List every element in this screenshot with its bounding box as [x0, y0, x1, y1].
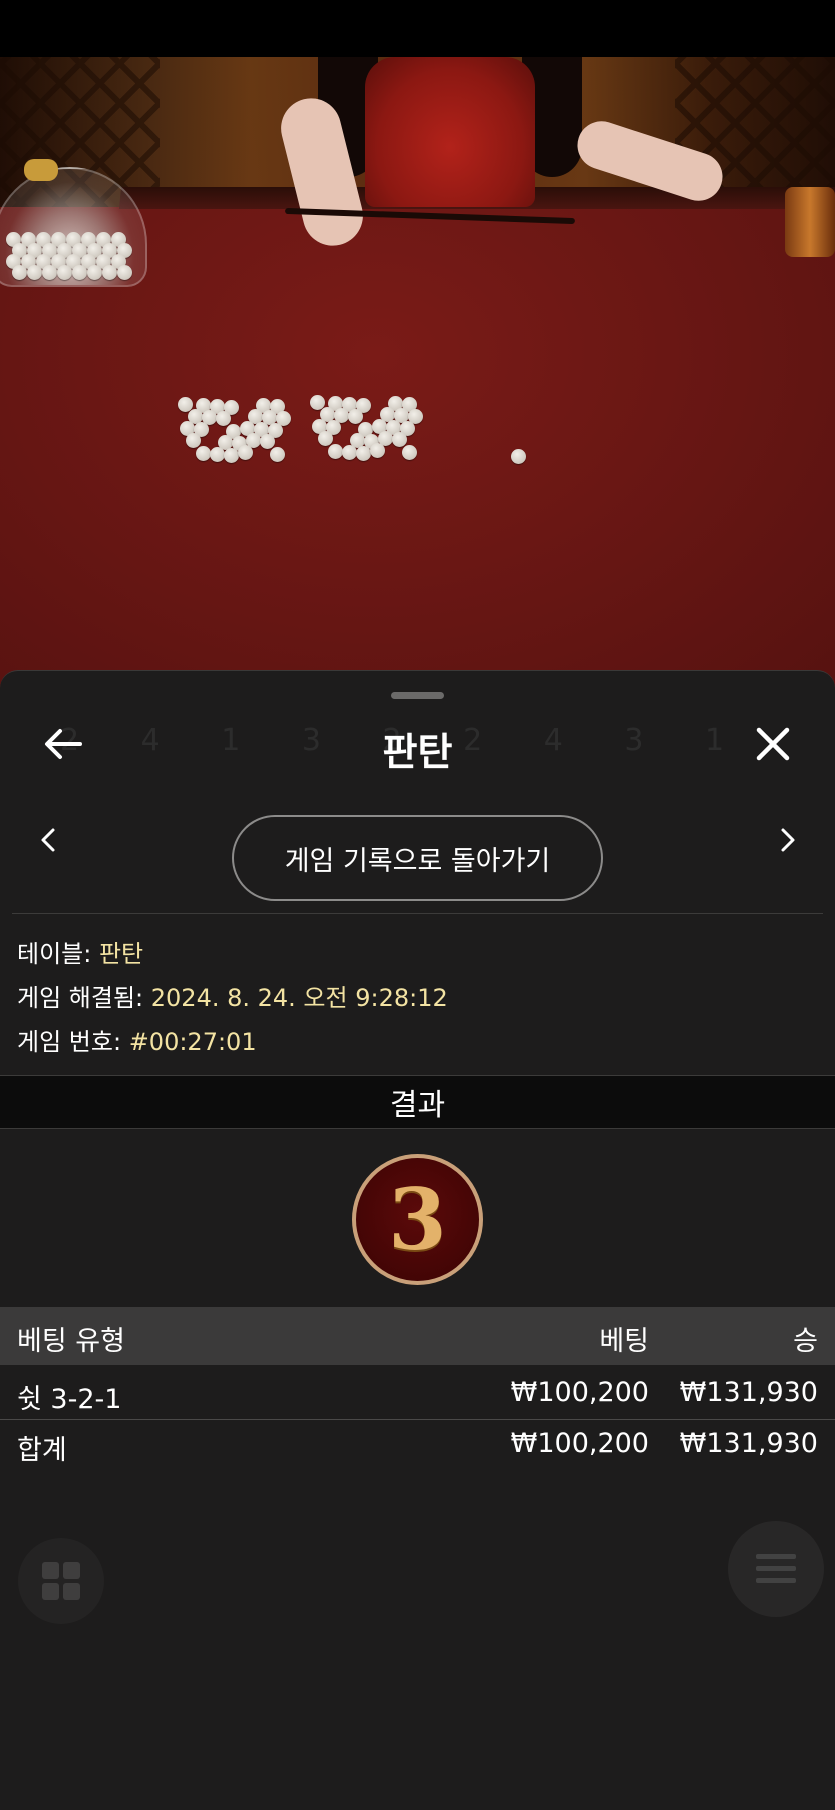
resolved-info: 게임 해결됨: 2024. 8. 24. 오전 9:28:12	[17, 978, 448, 1013]
chevron-left-icon	[41, 828, 55, 852]
page-title: 판탄	[382, 730, 453, 774]
back-to-history-button[interactable]: 게임 기록으로 돌아가기	[232, 815, 603, 901]
bead	[318, 431, 333, 446]
bead	[186, 433, 201, 448]
chevron-right-icon	[781, 828, 795, 852]
brass-cup	[785, 187, 835, 257]
close-button[interactable]	[748, 719, 798, 769]
table-value: 판탄	[98, 940, 144, 968]
live-video	[0, 57, 835, 697]
bead	[12, 265, 27, 280]
table-info: 테이블: 판탄	[17, 934, 143, 969]
column-header-win: 승	[793, 1326, 818, 1357]
result-number: 3	[388, 1169, 447, 1269]
bead	[270, 447, 285, 462]
result-badge: 3	[352, 1154, 483, 1285]
column-header-bet: 베팅	[599, 1326, 649, 1357]
resolved-value: 2024. 8. 24. 오전 9:28:12	[150, 984, 448, 1012]
bead	[57, 265, 72, 280]
sheet-drag-handle[interactable]	[391, 692, 444, 699]
column-header-bet-type: 베팅 유형	[17, 1326, 125, 1357]
bead	[216, 411, 231, 426]
bet-row-type: 쉿 3-2-1	[17, 1384, 122, 1415]
resolved-label: 게임 해결됨:	[17, 984, 144, 1012]
game-number-info: 게임 번호: #00:27:01	[17, 1022, 257, 1057]
game-detail-sheet: 2 4 1 3 2 2 4 3 1 2 2 1 2 판탄 게임 기록으로 돌아가…	[0, 670, 835, 1810]
close-icon	[756, 727, 790, 761]
bead	[42, 265, 57, 280]
total-row-bet: ₩100,200	[510, 1428, 649, 1459]
bead	[511, 449, 526, 464]
game-number-value: #00:27:01	[128, 1028, 257, 1056]
menu-icon	[728, 1521, 824, 1617]
bead	[348, 409, 363, 424]
bead	[27, 265, 42, 280]
bead	[238, 445, 253, 460]
bead	[356, 446, 371, 461]
previous-game-button[interactable]	[28, 815, 68, 865]
bead	[196, 446, 211, 461]
status-bar	[0, 0, 835, 57]
total-row-win: ₩131,930	[679, 1428, 818, 1459]
bead	[392, 432, 407, 447]
bet-row-win: ₩131,930	[679, 1377, 818, 1408]
result-heading: 결과	[0, 1075, 835, 1129]
bets-table-header	[0, 1307, 835, 1365]
bead	[224, 448, 239, 463]
next-game-button[interactable]	[768, 815, 808, 865]
bead	[210, 447, 225, 462]
dome-knob	[24, 159, 58, 181]
bead	[87, 265, 102, 280]
total-row-label: 합계	[17, 1435, 67, 1466]
game-number-label: 게임 번호:	[17, 1028, 122, 1056]
grid-icon	[18, 1538, 104, 1624]
bead	[342, 445, 357, 460]
row-divider	[0, 1419, 835, 1420]
divider	[12, 913, 823, 914]
dealer	[365, 57, 535, 207]
bet-row-amount: ₩100,200	[510, 1377, 649, 1408]
table-label: 테이블:	[17, 940, 92, 968]
bead	[328, 444, 343, 459]
bead	[402, 445, 417, 460]
bead	[370, 443, 385, 458]
bead	[72, 265, 87, 280]
bead	[117, 265, 132, 280]
result-heading-label: 결과	[389, 1088, 446, 1123]
bead	[260, 434, 275, 449]
bead	[102, 265, 117, 280]
